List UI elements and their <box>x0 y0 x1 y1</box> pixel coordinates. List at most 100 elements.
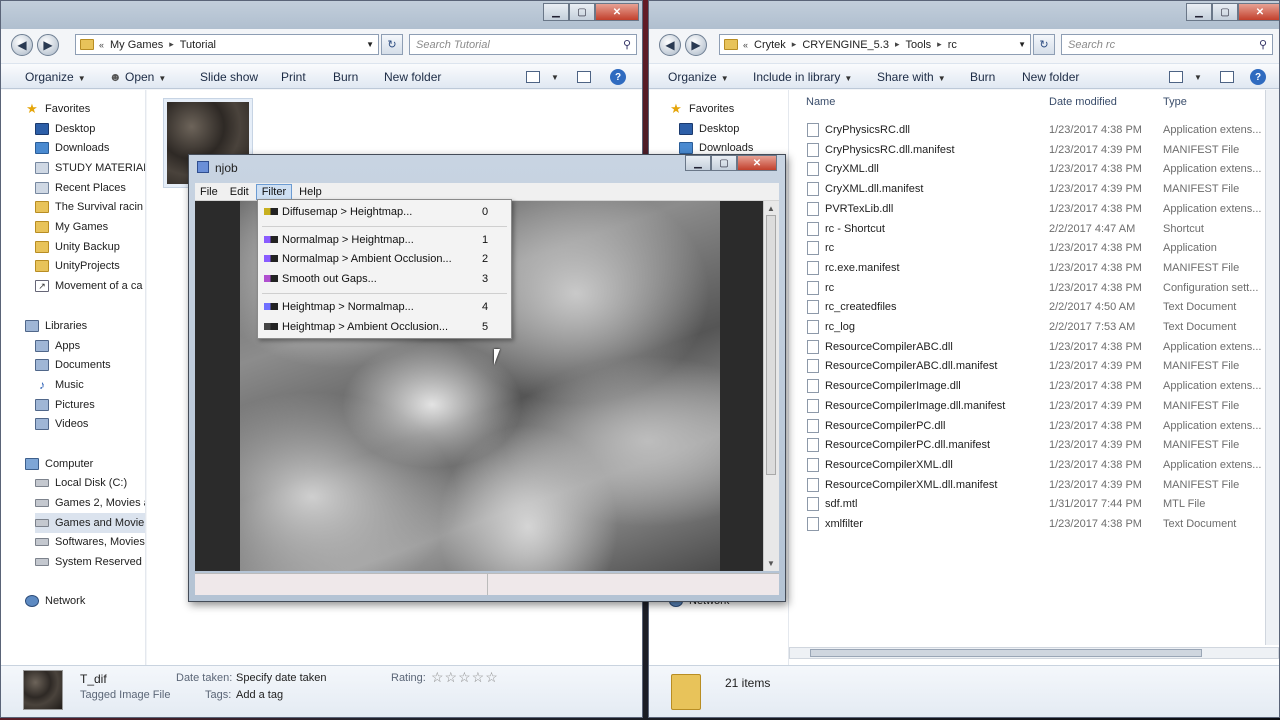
breadcrumb-tools[interactable]: Tools <box>905 39 931 51</box>
help-icon[interactable]: ? <box>610 69 626 85</box>
vertical-scrollbar[interactable]: ▲ ▼ <box>763 201 779 571</box>
tree-item-study-material[interactable]: STUDY MATERIAL <box>35 158 145 178</box>
tree-item-pictures[interactable]: Pictures <box>35 395 145 415</box>
breadcrumb-crytek[interactable]: Crytek <box>754 39 786 51</box>
tree-libraries[interactable]: Libraries <box>25 316 145 336</box>
menu-item-normal-to-height[interactable]: Normalmap > Heightmap... 1 <box>258 230 511 250</box>
menu-edit[interactable]: Edit <box>225 185 254 199</box>
menu-item-smooth-gaps[interactable]: Smooth out Gaps... 3 <box>258 269 511 289</box>
burn-button[interactable]: Burn <box>333 70 358 84</box>
search-input[interactable]: Search rc ⚲ <box>1061 34 1273 55</box>
burn-button[interactable]: Burn <box>970 70 995 84</box>
forward-button[interactable]: ▶ <box>37 34 59 56</box>
tree-item-unity-backup[interactable]: Unity Backup <box>35 237 145 257</box>
menu-item-diffuse-to-height[interactable]: Diffusemap > Heightmap... 0 <box>258 202 511 222</box>
breadcrumb-my-games[interactable]: My Games <box>110 39 163 51</box>
file-row[interactable]: rc 1/23/2017 4:38 PM Configuration sett... <box>789 278 1279 298</box>
menu-file[interactable]: File <box>195 185 223 199</box>
tree-item-games-and-movies[interactable]: Games and Movie <box>35 513 145 533</box>
address-bar[interactable]: « Crytek ▸ CRYENGINE_5.3 ▸ Tools ▸ rc ▼ <box>719 34 1031 55</box>
tree-favorites[interactable]: ★ Favorites <box>25 99 145 119</box>
breadcrumb-cryengine[interactable]: CRYENGINE_5.3 <box>802 39 889 51</box>
breadcrumb-tutorial[interactable]: Tutorial <box>180 39 216 51</box>
share-with-button[interactable]: Share with ▼ <box>877 70 946 84</box>
file-row[interactable]: CryPhysicsRC.dll 1/23/2017 4:38 PM Applica… <box>789 120 1279 140</box>
tree-item-games2[interactable]: Games 2, Movies a <box>35 493 145 513</box>
search-input[interactable]: Search Tutorial ⚲ <box>409 34 637 55</box>
close-button[interactable]: ✕ <box>737 155 777 171</box>
maximize-button[interactable]: ▢ <box>569 3 595 21</box>
new-folder-button[interactable]: New folder <box>1022 70 1079 84</box>
tree-item-unity-projects[interactable]: UnityProjects <box>35 256 145 276</box>
vertical-scrollbar[interactable] <box>1265 90 1279 645</box>
scroll-up-icon[interactable]: ▲ <box>767 204 775 213</box>
tree-item-documents[interactable]: Documents <box>35 355 145 375</box>
file-row[interactable]: ResourceCompilerImage.dll.manifest 1/23/2… <box>789 396 1279 416</box>
file-row[interactable]: ResourceCompilerABC.dll 1/23/2017 4:38 PM… <box>789 337 1279 357</box>
organize-button[interactable]: Organize ▼ <box>25 70 86 84</box>
minimize-button[interactable]: ▁ <box>685 155 711 171</box>
back-button[interactable]: ◀ <box>659 34 681 56</box>
file-row[interactable]: ResourceCompilerXML.dll.manifest 1/23/201… <box>789 475 1279 495</box>
minimize-button[interactable]: ▁ <box>543 3 569 21</box>
file-row[interactable]: rc 1/23/2017 4:38 PM Application <box>789 238 1279 258</box>
breadcrumb-rc[interactable]: rc <box>948 39 957 51</box>
back-button[interactable]: ◀ <box>11 34 33 56</box>
menu-item-height-to-normal[interactable]: Heightmap > Normalmap... 4 <box>258 297 511 317</box>
view-options-icon[interactable] <box>1169 71 1183 83</box>
tree-item-desktop[interactable]: Desktop <box>35 119 145 139</box>
tree-item-system-reserved[interactable]: System Reserved ( <box>35 552 145 572</box>
tree-item-my-games[interactable]: My Games <box>35 217 145 237</box>
forward-button[interactable]: ▶ <box>685 34 707 56</box>
tree-computer[interactable]: Computer <box>25 454 145 474</box>
new-folder-button[interactable]: New folder <box>384 70 441 84</box>
date-taken-value[interactable]: Specify date taken <box>236 672 327 684</box>
column-header-name[interactable]: Name <box>806 96 835 108</box>
file-row[interactable]: PVRTexLib.dll 1/23/2017 4:38 PM Applicatio… <box>789 199 1279 219</box>
file-row[interactable]: CryPhysicsRC.dll.manifest 1/23/2017 4:39 … <box>789 140 1279 160</box>
maximize-button[interactable]: ▢ <box>711 155 737 171</box>
scroll-thumb[interactable] <box>766 215 776 475</box>
chevron-down-icon[interactable]: ▼ <box>1018 40 1026 49</box>
preview-pane-icon[interactable] <box>577 71 591 83</box>
file-row[interactable]: ResourceCompilerPC.dll.manifest 1/23/2017… <box>789 435 1279 455</box>
file-row[interactable]: rc_createdfiles 2/2/2017 4:50 AM Text Docu… <box>789 297 1279 317</box>
include-in-library-button[interactable]: Include in library ▼ <box>753 70 852 84</box>
scroll-down-icon[interactable]: ▼ <box>767 559 775 568</box>
preview-pane-icon[interactable] <box>1220 71 1234 83</box>
file-row[interactable]: rc - Shortcut 2/2/2017 4:47 AM Shortcut <box>789 219 1279 239</box>
tree-item-local-disk[interactable]: Local Disk (C:) <box>35 473 145 493</box>
refresh-button[interactable]: ↻ <box>381 34 403 55</box>
tags-value[interactable]: Add a tag <box>236 689 283 701</box>
refresh-button[interactable]: ↻ <box>1033 34 1055 55</box>
slideshow-button[interactable]: Slide show <box>200 70 258 84</box>
menu-help[interactable]: Help <box>294 185 327 199</box>
tree-favorites[interactable]: ★ Favorites <box>669 99 788 119</box>
scroll-thumb[interactable] <box>810 649 1202 657</box>
tree-network[interactable]: Network <box>25 591 145 611</box>
menu-filter[interactable]: Filter <box>255 183 293 200</box>
chevron-down-icon[interactable]: ▼ <box>1194 73 1202 82</box>
close-button[interactable]: ✕ <box>595 3 639 21</box>
file-row[interactable]: sdf.mtl 1/31/2017 7:44 PM MTL File <box>789 494 1279 514</box>
file-row[interactable]: CryXML.dll 1/23/2017 4:38 PM Application e… <box>789 159 1279 179</box>
column-header-date[interactable]: Date modified <box>1049 96 1117 108</box>
file-row[interactable]: xmlfilter 1/23/2017 4:38 PM Text Document <box>789 514 1279 534</box>
tree-item-survival-racing[interactable]: The Survival racin <box>35 197 145 217</box>
tree-item-movement[interactable]: ↗ Movement of a ca <box>35 276 145 296</box>
view-options-icon[interactable] <box>526 71 540 83</box>
menu-item-normal-to-ao[interactable]: Normalmap > Ambient Occlusion... 2 <box>258 249 511 269</box>
file-row[interactable]: ResourceCompilerPC.dll 1/23/2017 4:38 PM A… <box>789 416 1279 436</box>
tree-item-desktop[interactable]: Desktop <box>679 119 788 139</box>
chevron-down-icon[interactable]: ▼ <box>366 40 374 49</box>
file-row[interactable]: ResourceCompilerXML.dll 1/23/2017 4:38 PM… <box>789 455 1279 475</box>
file-row[interactable]: CryXML.dll.manifest 1/23/2017 4:39 PM MANI… <box>789 179 1279 199</box>
organize-button[interactable]: Organize ▼ <box>668 70 729 84</box>
minimize-button[interactable]: ▁ <box>1186 3 1212 21</box>
menu-item-height-to-ao[interactable]: Heightmap > Ambient Occlusion... 5 <box>258 317 511 337</box>
file-row[interactable]: rc_log 2/2/2017 7:53 AM Text Document <box>789 317 1279 337</box>
tree-item-apps[interactable]: Apps <box>35 336 145 356</box>
print-button[interactable]: Print <box>281 70 306 84</box>
tree-item-videos[interactable]: Videos <box>35 414 145 434</box>
rating-stars[interactable]: ☆☆☆☆☆ <box>431 669 499 686</box>
